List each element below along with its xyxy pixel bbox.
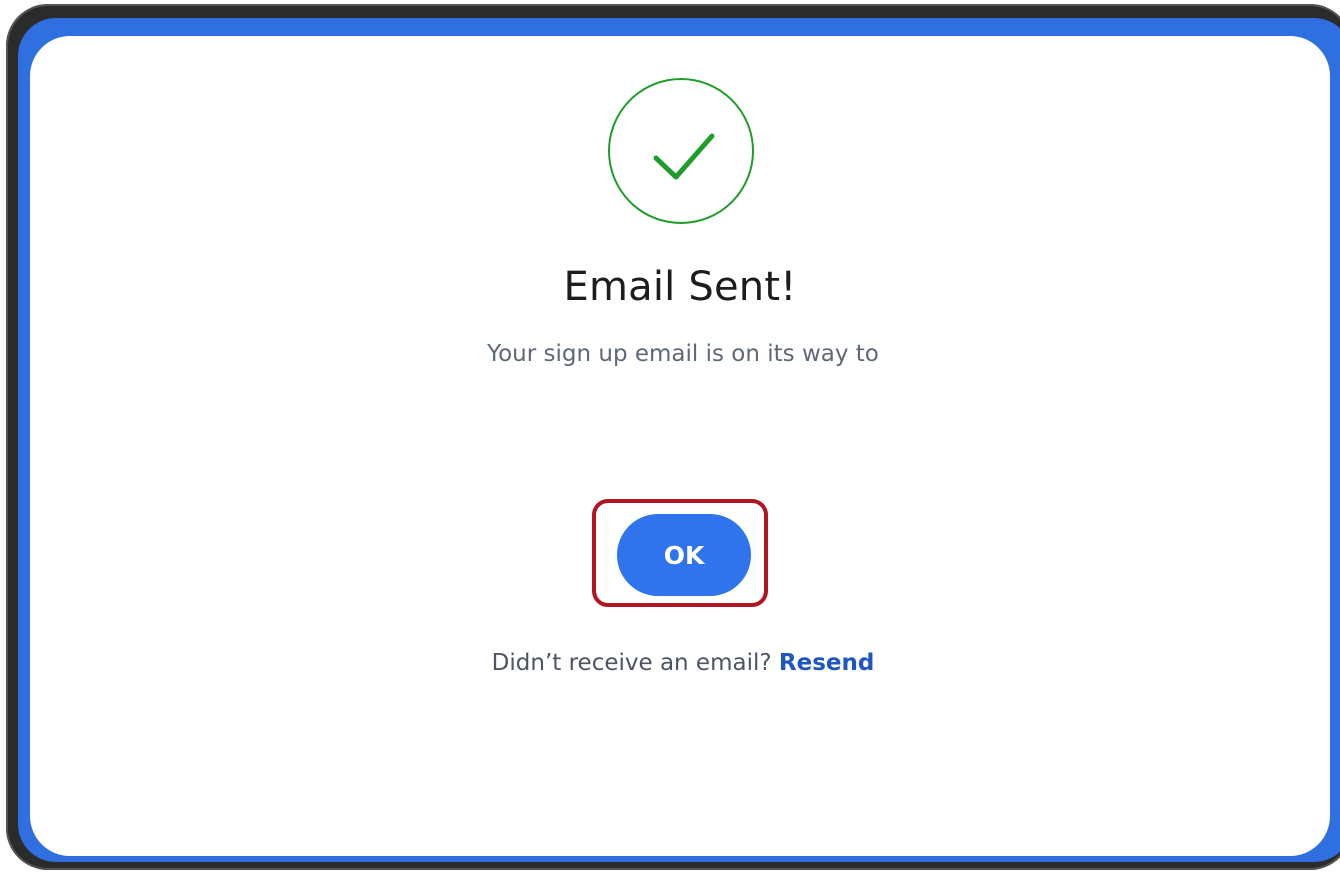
checkmark-circle-icon: [608, 78, 754, 224]
resend-link[interactable]: Resend: [779, 650, 874, 676]
ok-button[interactable]: OK: [617, 514, 751, 596]
dialog-screen: Email Sent! Your sign up email is on its…: [30, 36, 1330, 856]
dialog-message: Your sign up email is on its way to: [487, 341, 879, 367]
resend-prompt: Didn’t receive an email?: [491, 650, 772, 676]
resend-row: Didn’t receive an email? Resend: [30, 650, 1336, 676]
dialog-title: Email Sent!: [563, 264, 797, 310]
checkmark-icon: [653, 133, 715, 180]
email-sent-dialog: Email Sent! Your sign up email is on its…: [30, 36, 1330, 856]
